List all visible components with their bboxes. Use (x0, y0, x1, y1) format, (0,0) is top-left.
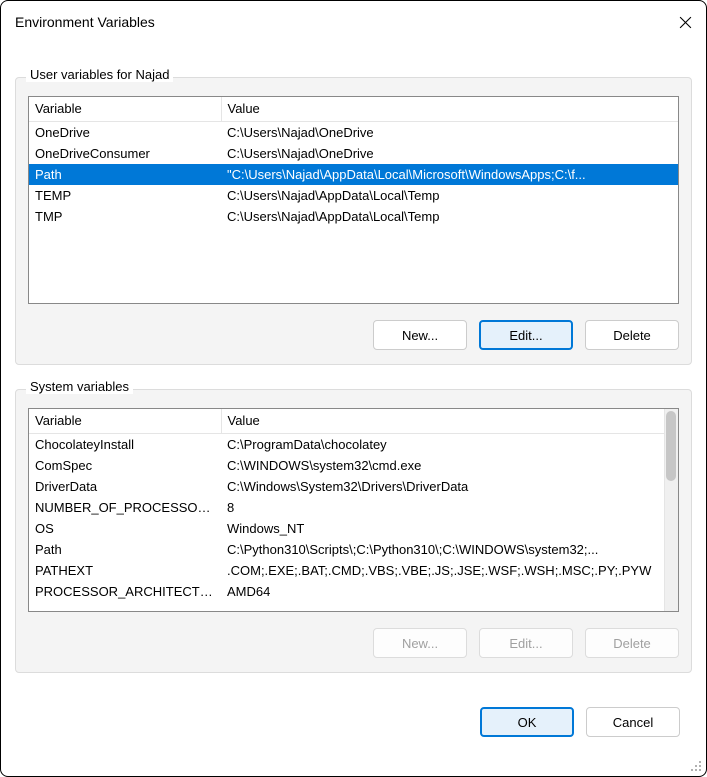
cell-variable: NUMBER_OF_PROCESSORS (29, 497, 221, 518)
cell-value: C:\Users\Najad\AppData\Local\Temp (221, 206, 678, 227)
cell-variable: DriverData (29, 476, 221, 497)
table-row[interactable]: Path"C:\Users\Najad\AppData\Local\Micros… (29, 164, 678, 185)
resize-grip[interactable] (688, 758, 702, 772)
cell-value: C:\Windows\System32\Drivers\DriverData (221, 476, 678, 497)
cell-value: 8 (221, 497, 678, 518)
cell-variable: PROCESSOR_ARCHITECTU... (29, 581, 221, 602)
system-scrollbar-thumb[interactable] (666, 411, 676, 481)
table-row[interactable]: PATHEXT.COM;.EXE;.BAT;.CMD;.VBS;.VBE;.JS… (29, 560, 678, 581)
table-row[interactable]: ChocolateyInstallC:\ProgramData\chocolat… (29, 434, 678, 456)
table-row[interactable]: PathC:\Python310\Scripts\;C:\Python310\;… (29, 539, 678, 560)
system-variables-label: System variables (26, 379, 133, 394)
cell-variable: ComSpec (29, 455, 221, 476)
system-new-button[interactable]: New... (373, 628, 467, 658)
cell-variable: TMP (29, 206, 221, 227)
cell-value: AMD64 (221, 581, 678, 602)
table-row[interactable]: ComSpecC:\WINDOWS\system32\cmd.exe (29, 455, 678, 476)
user-edit-button[interactable]: Edit... (479, 320, 573, 350)
system-variables-table[interactable]: Variable Value ChocolateyInstallC:\Progr… (28, 408, 679, 612)
user-variables-label: User variables for Najad (26, 67, 173, 82)
table-row[interactable]: OSWindows_NT (29, 518, 678, 539)
table-row[interactable]: TMPC:\Users\Najad\AppData\Local\Temp (29, 206, 678, 227)
user-col-value[interactable]: Value (221, 97, 678, 122)
resize-grip-icon (688, 758, 702, 772)
cell-value: C:\Users\Najad\OneDrive (221, 143, 678, 164)
cell-variable: ChocolateyInstall (29, 434, 221, 456)
table-row[interactable]: PROCESSOR_ARCHITECTU...AMD64 (29, 581, 678, 602)
system-edit-button[interactable]: Edit... (479, 628, 573, 658)
cell-value: C:\ProgramData\chocolatey (221, 434, 678, 456)
cell-value: C:\Users\Najad\OneDrive (221, 122, 678, 144)
cell-variable: OneDrive (29, 122, 221, 144)
cell-variable: OS (29, 518, 221, 539)
cell-variable: TEMP (29, 185, 221, 206)
close-button[interactable] (678, 15, 692, 29)
cancel-button[interactable]: Cancel (586, 707, 680, 737)
table-row[interactable]: OneDriveC:\Users\Najad\OneDrive (29, 122, 678, 144)
cell-variable: PATHEXT (29, 560, 221, 581)
close-icon (679, 16, 692, 29)
system-scrollbar[interactable] (664, 409, 678, 611)
cell-variable: Path (29, 164, 221, 185)
user-col-variable[interactable]: Variable (29, 97, 221, 122)
table-row[interactable]: TEMPC:\Users\Najad\AppData\Local\Temp (29, 185, 678, 206)
cell-value: Windows_NT (221, 518, 678, 539)
table-row[interactable]: NUMBER_OF_PROCESSORS8 (29, 497, 678, 518)
table-row[interactable]: OneDriveConsumerC:\Users\Najad\OneDrive (29, 143, 678, 164)
table-row[interactable]: DriverDataC:\Windows\System32\Drivers\Dr… (29, 476, 678, 497)
system-variables-group: System variables Variable Value Chocolat… (15, 389, 692, 673)
system-delete-button[interactable]: Delete (585, 628, 679, 658)
user-new-button[interactable]: New... (373, 320, 467, 350)
user-delete-button[interactable]: Delete (585, 320, 679, 350)
cell-value: C:\Users\Najad\AppData\Local\Temp (221, 185, 678, 206)
cell-value: C:\Python310\Scripts\;C:\Python310\;C:\W… (221, 539, 678, 560)
user-variables-table[interactable]: Variable Value OneDriveC:\Users\Najad\On… (28, 96, 679, 304)
window-title: Environment Variables (15, 14, 155, 30)
cell-variable: Path (29, 539, 221, 560)
system-col-variable[interactable]: Variable (29, 409, 221, 434)
system-col-value[interactable]: Value (221, 409, 678, 434)
ok-button[interactable]: OK (480, 707, 574, 737)
cell-value: .COM;.EXE;.BAT;.CMD;.VBS;.VBE;.JS;.JSE;.… (221, 560, 678, 581)
titlebar: Environment Variables (1, 1, 706, 43)
cell-variable: OneDriveConsumer (29, 143, 221, 164)
user-variables-group: User variables for Najad Variable Value … (15, 77, 692, 365)
cell-value: "C:\Users\Najad\AppData\Local\Microsoft\… (221, 164, 678, 185)
cell-value: C:\WINDOWS\system32\cmd.exe (221, 455, 678, 476)
